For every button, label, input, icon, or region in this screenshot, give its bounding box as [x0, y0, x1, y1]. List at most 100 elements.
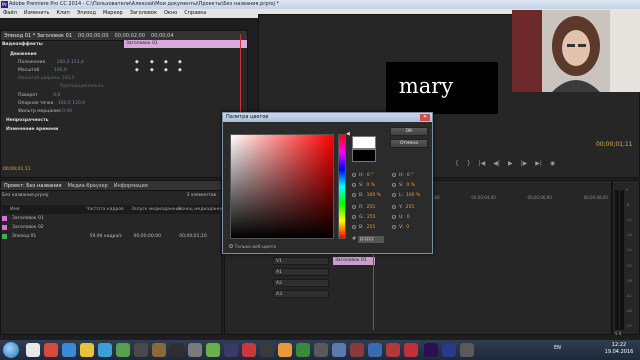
websafe-checkbox[interactable]: Только веб-цвета	[229, 243, 276, 250]
original-color-swatch[interactable]	[352, 149, 376, 162]
keyframe-icon[interactable]: ◆	[178, 67, 182, 73]
explorer-icon[interactable]	[26, 343, 40, 357]
field-h[interactable]: H: 0 °	[352, 172, 373, 179]
app-icon[interactable]	[224, 343, 238, 357]
keyframe-icon[interactable]: ◆	[135, 59, 139, 65]
menu-title[interactable]: Заголовок	[130, 9, 157, 18]
mark-out-icon[interactable]: }	[467, 160, 471, 170]
app-icon[interactable]	[442, 343, 456, 357]
app-icon[interactable]	[314, 343, 328, 357]
language-indicator[interactable]: EN	[554, 345, 561, 351]
app-icon[interactable]	[260, 343, 274, 357]
color-field[interactable]	[230, 134, 334, 239]
ec-current-time[interactable]: 00;00;01;11	[3, 166, 30, 174]
field-s[interactable]: S: 0 %	[352, 182, 375, 189]
ec-row-position[interactable]: Положение 160,0 153,4	[18, 59, 84, 67]
app-icon[interactable]	[368, 343, 382, 357]
app-icon[interactable]	[188, 343, 202, 357]
keyframe-icon[interactable]: ◆	[150, 59, 154, 65]
folder-icon[interactable]	[80, 343, 94, 357]
cancel-button[interactable]: Отмена	[390, 139, 428, 148]
meter-solo-buttons[interactable]: S S	[615, 331, 621, 336]
app-icon[interactable]	[350, 343, 364, 357]
ec-row-uniform-scale[interactable]: Пропорционально	[60, 83, 103, 91]
ec-row-antiflicker[interactable]: Фильтр мерцания 0,00	[18, 108, 72, 116]
field-blue[interactable]: B: 255	[352, 224, 375, 231]
ec-row-anchor[interactable]: Опорная точка 160,0 120,0	[18, 100, 85, 108]
hue-slider[interactable]	[338, 134, 346, 239]
project-item[interactable]: Заголовок 02	[2, 223, 220, 232]
keyframe-icon[interactable]: ◆	[164, 67, 168, 73]
field-l[interactable]: L: 100 %	[392, 192, 420, 199]
step-forward-icon[interactable]: |▶	[521, 160, 528, 170]
col-fps[interactable]: Частота кадров	[86, 205, 126, 214]
menu-help[interactable]: Справка	[184, 9, 206, 18]
play-icon[interactable]: ▶	[508, 160, 513, 170]
menu-file[interactable]: Файл	[3, 9, 17, 18]
track-header-a3[interactable]: A3	[273, 290, 329, 298]
menu-sequence[interactable]: Эпизод	[77, 9, 96, 18]
yandex-icon[interactable]	[44, 343, 58, 357]
ec-row-scale-width[interactable]: Масштаб ширины 100,0	[18, 75, 74, 83]
tab-info[interactable]: Информация	[114, 183, 148, 189]
chrome-icon[interactable]	[62, 343, 76, 357]
app-icon[interactable]	[386, 343, 400, 357]
project-item[interactable]: Эпизод 01 59,94 кадра/с 00;00;00;00 00;0…	[2, 232, 220, 241]
project-item[interactable]: Заголовок 01	[2, 214, 220, 223]
timeline-clip[interactable]: Заголовок 01	[333, 257, 375, 265]
step-back-icon[interactable]: ◀|	[493, 160, 500, 170]
field-b[interactable]: B: 100 %	[352, 192, 381, 199]
field-y[interactable]: Y: 255	[392, 204, 414, 211]
ec-row-motion[interactable]: Движение	[10, 51, 37, 59]
menu-edit[interactable]: Изменить	[24, 9, 50, 18]
ec-clip-strip[interactable]: Заголовок 01	[124, 40, 247, 48]
field-h2[interactable]: H: 0 °	[392, 172, 413, 179]
col-name[interactable]: Имя	[2, 205, 81, 214]
track-header-a1[interactable]: A1	[273, 268, 329, 276]
ec-tab-source[interactable]: Эпизод 01 * Заголовок 01	[4, 33, 72, 39]
menu-marker[interactable]: Маркер	[103, 9, 123, 18]
track-header-a2[interactable]: A2	[273, 279, 329, 287]
close-icon[interactable]: ✕	[420, 114, 430, 121]
col-media-start[interactable]: Запуск медиаданных	[131, 205, 182, 214]
mark-in-icon[interactable]: {	[455, 160, 459, 170]
clock[interactable]: 12:22 19.04.2016	[600, 342, 638, 356]
program-timecode[interactable]: 00;00;01;11	[596, 141, 633, 148]
app-icon[interactable]	[404, 343, 418, 357]
field-g[interactable]: G: 255	[352, 214, 376, 221]
utorrent-icon[interactable]	[116, 343, 130, 357]
track-header-v1[interactable]: V1	[273, 257, 329, 265]
menu-clip[interactable]: Клип	[56, 9, 69, 18]
go-to-in-icon[interactable]: |◀	[479, 160, 486, 170]
keyframe-icon[interactable]: ◆	[178, 59, 182, 65]
title-text-preview[interactable]: mary	[386, 70, 466, 102]
menu-window[interactable]: Окно	[164, 9, 177, 18]
skype-icon[interactable]	[98, 343, 112, 357]
tab-media-browser[interactable]: Медиа-браузер	[68, 183, 108, 189]
tank-icon[interactable]	[170, 343, 184, 357]
go-to-out-icon[interactable]: ▶|	[535, 160, 542, 170]
keyframe-icon[interactable]: ◆	[135, 67, 139, 73]
premiere-taskbar-icon[interactable]	[424, 343, 438, 357]
app-icon[interactable]	[278, 343, 292, 357]
app-icon[interactable]	[296, 343, 310, 357]
app-icon[interactable]	[242, 343, 256, 357]
tab-project[interactable]: Проект: Без названия	[4, 183, 62, 189]
ec-row-opacity[interactable]: Непрозрачность	[6, 117, 49, 125]
start-button-icon[interactable]	[3, 342, 19, 358]
keyframe-icon[interactable]: ◆	[150, 67, 154, 73]
field-v[interactable]: V: 0	[392, 224, 409, 231]
hue-arrow-icon[interactable]: ◀	[346, 131, 350, 137]
col-media-end[interactable]: Конец медиаданных	[178, 205, 227, 214]
app-icon[interactable]	[134, 343, 148, 357]
field-r[interactable]: R: 255	[352, 204, 375, 211]
ec-row-time-remap[interactable]: Изменение времени	[6, 126, 58, 134]
export-frame-icon[interactable]: ◉	[550, 160, 555, 170]
ok-button[interactable]: ОК	[390, 127, 428, 136]
minecraft-icon[interactable]	[206, 343, 220, 357]
keyframe-icon[interactable]: ◆	[164, 59, 168, 65]
ec-row-rotation[interactable]: Поворот 0,0	[18, 92, 60, 100]
app-icon[interactable]	[460, 343, 474, 357]
field-u[interactable]: U: 0	[392, 214, 410, 221]
hex-input[interactable]: FFFFFF	[358, 236, 384, 243]
